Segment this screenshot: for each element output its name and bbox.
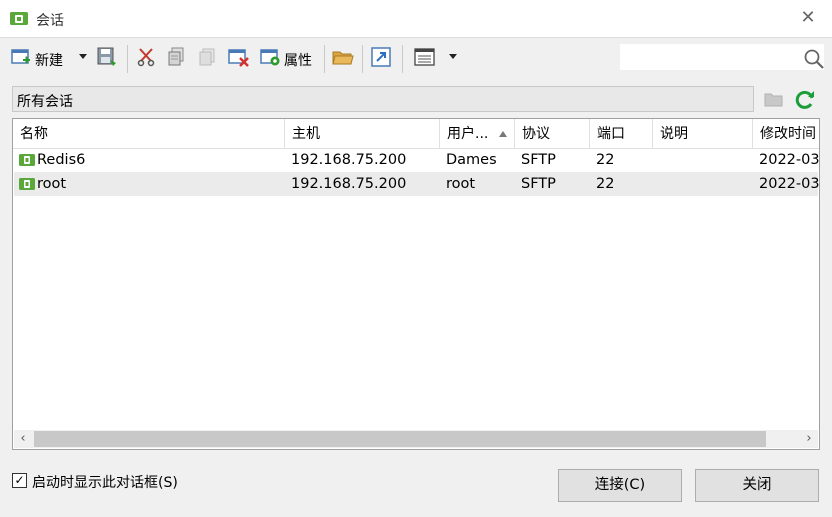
properties-button[interactable]: 属性 — [284, 50, 312, 70]
session-description — [659, 172, 754, 196]
scroll-right-icon[interactable]: › — [800, 430, 818, 448]
session-user: Dames — [446, 152, 497, 168]
session-host: 192.168.75.200 — [291, 152, 407, 168]
close-button[interactable]: 关闭 — [695, 469, 819, 502]
horizontal-scrollbar[interactable]: ‹ › — [14, 430, 818, 448]
session-name: Redis6 — [37, 152, 86, 168]
column-header-host[interactable]: 主机 — [285, 119, 440, 149]
session-protocol: SFTP — [521, 152, 556, 168]
new-session-button[interactable]: 新建 — [35, 50, 63, 70]
view-dropdown-arrow-icon[interactable] — [448, 53, 458, 75]
session-port: 22 — [596, 176, 615, 192]
sort-ascending-icon — [499, 131, 507, 137]
copy-icon[interactable] — [166, 47, 186, 69]
paste-icon[interactable] — [197, 47, 217, 69]
refresh-icon[interactable] — [794, 89, 816, 115]
new-dropdown-arrow-icon[interactable] — [78, 53, 88, 75]
session-modified: 2022-03 — [759, 152, 819, 168]
session-name: root — [37, 176, 67, 192]
session-user: root — [446, 176, 476, 192]
column-header-user[interactable]: 用户... — [440, 119, 515, 149]
title-bar: 会话 ✕ — [0, 0, 832, 38]
window-title: 会话 — [36, 13, 64, 29]
close-window-icon[interactable]: ✕ — [798, 8, 818, 28]
search-input[interactable] — [620, 44, 824, 70]
view-options-icon[interactable] — [414, 47, 436, 69]
scroll-left-icon[interactable]: ‹ — [14, 430, 32, 448]
properties-icon[interactable] — [260, 47, 282, 69]
scrollbar-thumb[interactable] — [34, 431, 766, 447]
startup-checkbox[interactable]: ✓ — [12, 473, 27, 488]
session-modified: 2022-03 — [759, 176, 819, 192]
session-host: 192.168.75.200 — [291, 176, 407, 192]
table-row[interactable]: root 192.168.75.200 root SFTP 22 2022-03 — [14, 172, 819, 196]
column-header-protocol[interactable]: 协议 — [515, 119, 590, 149]
column-header-user-label: 用户... — [447, 126, 489, 142]
connect-button[interactable]: 连接(C) — [558, 469, 682, 502]
session-port: 22 — [596, 152, 615, 168]
column-header-modified[interactable]: 修改时间 — [753, 119, 819, 149]
new-session-icon[interactable] — [11, 47, 31, 69]
sftp-session-icon — [19, 178, 35, 190]
column-header-name[interactable]: 名称 — [13, 119, 285, 149]
search-icon[interactable] — [803, 48, 825, 74]
open-folder-icon[interactable] — [332, 47, 354, 69]
session-group-bar[interactable]: 所有会话 — [12, 86, 754, 112]
new-folder-icon[interactable] — [764, 90, 784, 112]
session-protocol: SFTP — [521, 176, 556, 192]
table-row[interactable]: Redis6 192.168.75.200 Dames SFTP 22 2022… — [14, 148, 819, 172]
delete-session-icon[interactable] — [228, 47, 250, 69]
column-header-port[interactable]: 端口 — [590, 119, 653, 149]
column-header-description[interactable]: 说明 — [653, 119, 753, 149]
create-shortcut-icon[interactable] — [371, 47, 391, 69]
save-session-icon[interactable] — [97, 47, 117, 69]
startup-checkbox-label[interactable]: 启动时显示此对话框(S) — [32, 472, 178, 492]
session-folder-icon — [10, 12, 28, 25]
session-description — [659, 148, 754, 172]
cut-icon[interactable] — [136, 47, 156, 69]
sftp-session-icon — [19, 154, 35, 166]
session-list[interactable]: 名称 主机 用户... 协议 端口 说明 修改时间 Redis6 192.168… — [12, 118, 820, 450]
group-label: 所有会话 — [17, 94, 73, 110]
